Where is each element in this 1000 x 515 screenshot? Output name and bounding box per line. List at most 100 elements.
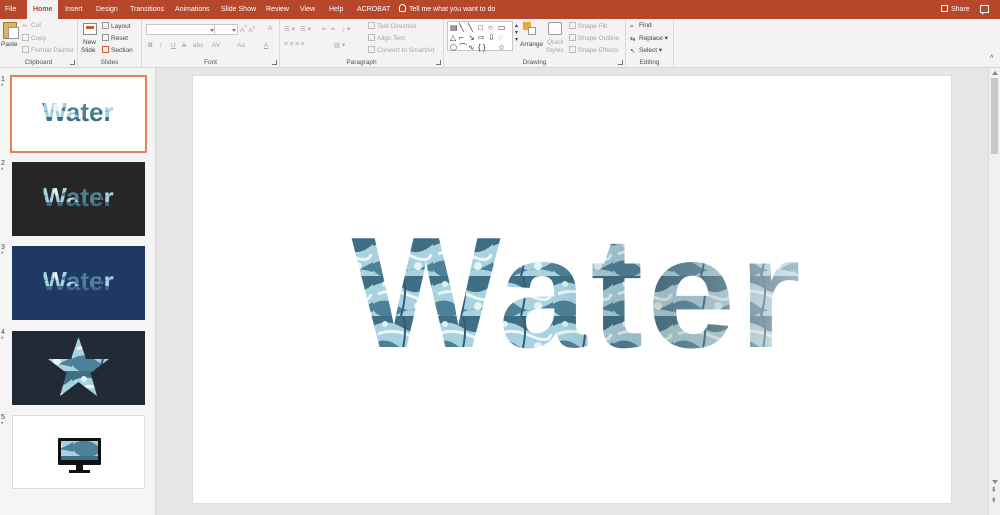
arrow-down-shape-icon[interactable]: ⇩ xyxy=(488,33,495,42)
layout-button[interactable]: Layout xyxy=(102,22,131,30)
tab-home[interactable]: Home xyxy=(27,0,59,19)
cut-button[interactable]: ✂ Cut xyxy=(22,22,41,30)
brace-shape-icon[interactable]: { } xyxy=(478,43,486,52)
vertical-scrollbar[interactable]: ⇞ ⇟ xyxy=(988,68,1000,515)
rounded-rect-shape-icon[interactable]: ▭ xyxy=(498,23,506,32)
slide-thumbnail-1[interactable]: Water xyxy=(10,75,147,153)
shape-effects-button[interactable]: Shape Effects xyxy=(569,46,618,54)
search-icon: ⌕ xyxy=(630,23,634,30)
tab-help[interactable]: Help xyxy=(329,0,343,19)
star-shape-icon[interactable]: ☆ xyxy=(498,43,505,52)
arrow-right-shape-icon[interactable]: ⇨ xyxy=(478,33,485,42)
slide-thumbnail-2[interactable]: Water xyxy=(12,162,145,236)
drawing-launcher-icon[interactable] xyxy=(618,60,623,65)
align-text-button[interactable]: Align Text xyxy=(368,34,405,42)
textbox-shape-icon[interactable]: ▤ xyxy=(450,23,458,32)
rectangle-shape-icon[interactable]: □ xyxy=(478,23,483,32)
tab-acrobat[interactable]: ACROBAT xyxy=(357,0,390,19)
font-launcher-icon[interactable] xyxy=(272,60,277,65)
tab-review[interactable]: Review xyxy=(266,0,289,19)
select-button[interactable]: ↖ Select ▾ xyxy=(630,46,662,55)
tab-slide-show[interactable]: Slide Show xyxy=(221,0,256,19)
collapse-ribbon-icon[interactable]: ^ xyxy=(990,55,993,62)
elbow-connector-icon[interactable]: ⌐ xyxy=(459,33,464,42)
triangle-shape-icon[interactable]: △ xyxy=(450,33,456,42)
tab-insert[interactable]: Insert xyxy=(65,0,83,19)
character-spacing-button[interactable]: AV xyxy=(212,42,220,49)
previous-slide-icon[interactable]: ⇞ xyxy=(991,487,997,494)
clipboard-group: Paste ✂ Cut Copy Format Painter Clipboard xyxy=(0,19,78,68)
paste-button[interactable]: Paste xyxy=(1,41,18,48)
align-icons[interactable]: ≡ ≡ ≡ ≡ xyxy=(284,41,305,48)
scroll-up-icon[interactable] xyxy=(992,71,998,75)
flowchart-shape-icon[interactable]: ◌ xyxy=(498,33,503,42)
paragraph-launcher-icon[interactable] xyxy=(436,60,441,65)
curved-connector-icon[interactable]: ↘ xyxy=(468,33,475,42)
numbering-icon[interactable]: ☰ ▾ xyxy=(300,25,311,33)
strikethrough-button[interactable]: S xyxy=(182,42,186,49)
tab-design[interactable]: Design xyxy=(96,0,118,19)
line-shape-icon-2[interactable]: ╲ xyxy=(468,23,473,32)
reset-label: Reset xyxy=(111,35,128,42)
new-slide-button[interactable]: New xyxy=(83,39,96,46)
slide-thumbnail-4[interactable] xyxy=(12,331,145,405)
next-slide-icon[interactable]: ⇟ xyxy=(991,497,997,504)
reset-button[interactable]: Reset xyxy=(102,34,128,42)
clear-format-icon[interactable]: A xyxy=(268,25,272,32)
scroll-thumb[interactable] xyxy=(991,78,998,154)
shape-outline-button[interactable]: Shape Outline xyxy=(569,34,619,42)
quick-styles-icon[interactable] xyxy=(548,22,562,35)
replace-button[interactable]: ⇆ Replace ▾ xyxy=(630,34,668,43)
italic-button[interactable]: I xyxy=(160,42,162,49)
line-spacing-icon[interactable]: ↕ ▾ xyxy=(342,25,350,33)
font-color-button[interactable]: A xyxy=(264,42,268,49)
share-label: Share xyxy=(951,6,970,13)
clipboard-launcher-icon[interactable] xyxy=(70,60,75,65)
tab-animations[interactable]: Animations xyxy=(175,0,210,19)
font-size-combo[interactable] xyxy=(214,24,238,35)
tell-me-search[interactable]: Tell me what you want to do xyxy=(399,0,495,19)
comments-icon[interactable] xyxy=(980,5,989,15)
arrange-button[interactable]: Arrange xyxy=(520,41,543,48)
slide-thumbnail-5[interactable] xyxy=(12,415,145,489)
new-slide-button-line2[interactable]: Slide xyxy=(81,47,95,54)
section-button[interactable]: Section xyxy=(102,46,133,54)
quick-styles-button[interactable]: Quick xyxy=(547,39,564,46)
arc-shape-icon[interactable]: ⌒ xyxy=(459,43,467,52)
curve-shape-icon[interactable]: ∿ xyxy=(468,43,475,52)
indent-icons[interactable]: ⇤ ⇥ xyxy=(322,25,335,33)
bold-button[interactable]: B xyxy=(148,42,153,49)
quick-styles-button-line2[interactable]: Styles xyxy=(546,47,564,54)
shape-fill-button[interactable]: Shape Fill xyxy=(569,22,607,30)
font-name-combo[interactable] xyxy=(146,24,216,35)
find-button[interactable]: ⌕ Find xyxy=(630,22,652,30)
scroll-down-icon[interactable] xyxy=(992,480,998,484)
pen-icon xyxy=(569,34,576,41)
current-slide[interactable]: Water Water xyxy=(193,76,951,503)
oval-shape-icon[interactable]: ○ xyxy=(488,23,493,32)
convert-smartart-button[interactable]: Convert to SmartArt xyxy=(368,46,434,54)
slides-group: New Slide Layout Reset Section Slides xyxy=(78,19,142,68)
columns-icon[interactable]: ▥ ▾ xyxy=(334,41,345,49)
hexagon-shape-icon[interactable]: ⬡ xyxy=(450,43,457,52)
text-shadow-button[interactable]: abc xyxy=(193,42,203,49)
format-painter-button[interactable]: Format Painter xyxy=(22,46,74,54)
shapes-gallery[interactable]: ▤ ╲ ╲ □ ○ ▭ △ ⌐ ↘ ⇨ ⇩ ◌ ⬡ ⌒ ∿ { } ☆ xyxy=(447,21,513,52)
line-shape-icon[interactable]: ╲ xyxy=(459,23,464,32)
select-label: Select xyxy=(639,47,658,54)
share-button[interactable]: Share xyxy=(941,0,970,19)
paste-icon[interactable] xyxy=(3,22,19,39)
tab-file[interactable]: File xyxy=(5,0,16,19)
shapes-scroll-icons[interactable]: ▴ ▾ ▾ xyxy=(515,22,518,43)
copy-button[interactable]: Copy xyxy=(22,34,46,42)
arrange-icon[interactable] xyxy=(523,22,537,35)
change-case-button[interactable]: Aa xyxy=(237,42,245,49)
text-direction-button[interactable]: Text Direction xyxy=(368,22,416,30)
bullets-icon[interactable]: ☰ ▾ xyxy=(284,25,295,33)
grow-font-icon[interactable]: A^ Av xyxy=(240,25,255,34)
underline-button[interactable]: U xyxy=(171,42,176,49)
slide-thumbnail-3[interactable]: Water xyxy=(12,246,145,320)
tab-transitions[interactable]: Transitions xyxy=(130,0,164,19)
new-slide-icon[interactable] xyxy=(83,23,97,35)
tab-view[interactable]: View xyxy=(300,0,315,19)
